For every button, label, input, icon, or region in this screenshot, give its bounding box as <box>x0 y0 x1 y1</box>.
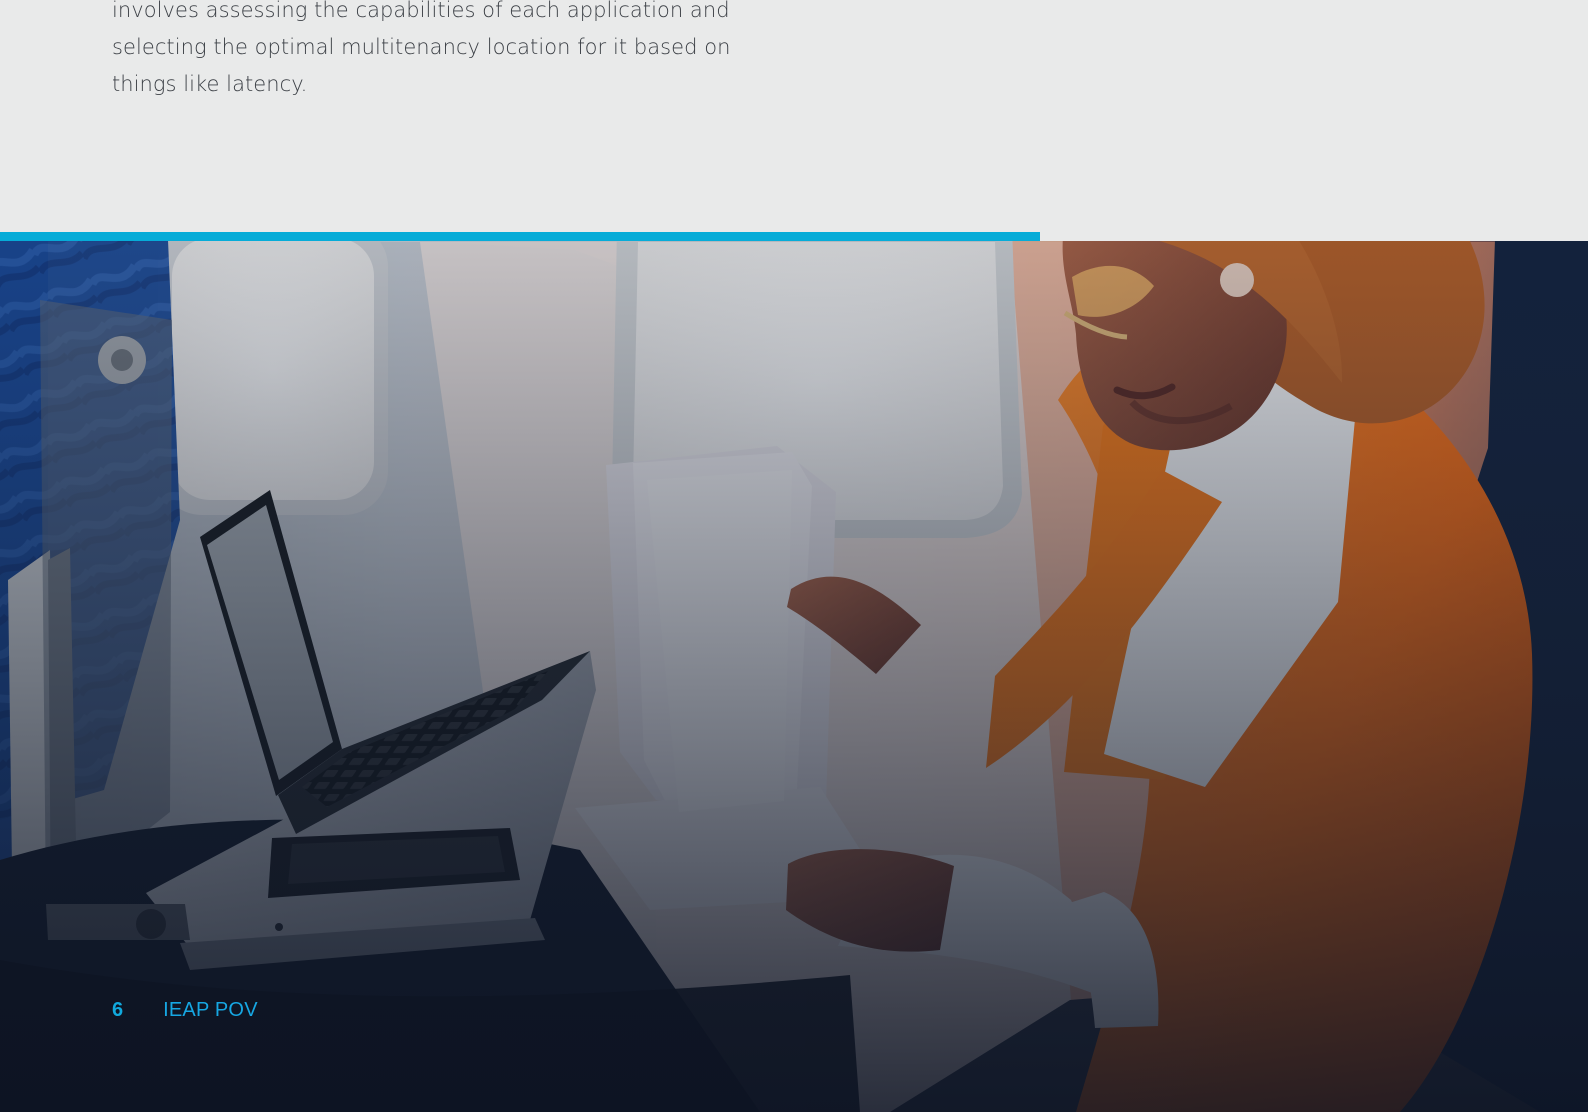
document-page: involves assessing the capabilities of e… <box>0 0 1588 1112</box>
page-footer: 6 IEAP POV <box>112 995 258 1025</box>
footer-label: IEAP POV <box>163 999 258 1021</box>
airplane-photo <box>0 0 1588 1112</box>
intro-paragraph: involves assessing the capabilities of e… <box>112 0 731 96</box>
accent-divider <box>0 232 1040 241</box>
page-number: 6 <box>112 999 124 1021</box>
